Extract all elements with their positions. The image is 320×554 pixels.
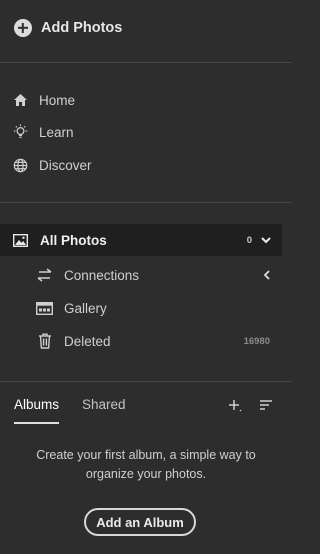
all-photos-item[interactable]: All Photos 0	[0, 224, 282, 256]
nav-item-learn[interactable]: Learn	[12, 121, 74, 143]
nav-item-label: Discover	[39, 157, 92, 173]
all-photos-label: All Photos	[40, 232, 107, 248]
divider	[0, 62, 292, 63]
connections-icon	[36, 268, 53, 282]
library-item-label: Connections	[64, 267, 140, 283]
image-icon	[13, 233, 28, 247]
library-item-connections[interactable]: Connections	[36, 264, 282, 286]
add-album-button[interactable]: Add an Album	[84, 508, 196, 536]
tab-shared[interactable]: Shared	[82, 397, 126, 418]
sidebar-panel: Add Photos Home Learn Discover All Photo…	[0, 0, 292, 554]
album-tabs: Albums Shared	[14, 397, 126, 424]
deleted-count: 16980	[243, 335, 270, 347]
divider	[0, 381, 292, 382]
lightbulb-icon	[12, 124, 29, 141]
divider	[0, 202, 292, 203]
globe-icon	[12, 157, 29, 174]
sort-icon[interactable]	[259, 398, 274, 417]
nav-item-label: Learn	[39, 124, 74, 140]
all-photos-count: 0	[246, 234, 252, 246]
library-item-label: Gallery	[64, 300, 107, 316]
library-item-deleted[interactable]: Deleted 16980	[36, 330, 282, 352]
nav-item-label: Home	[39, 92, 76, 108]
chevron-down-icon[interactable]	[260, 233, 272, 251]
add-photos-label: Add Photos	[41, 20, 123, 36]
plus-icon[interactable]	[228, 398, 242, 417]
chevron-left-icon[interactable]	[262, 269, 272, 284]
nav-item-discover[interactable]: Discover	[12, 154, 92, 176]
gallery-icon	[36, 301, 53, 315]
home-icon	[12, 92, 29, 109]
tab-albums[interactable]: Albums	[14, 397, 60, 424]
library-item-gallery[interactable]: Gallery	[36, 297, 282, 319]
plus-circle-icon	[14, 19, 32, 37]
library-item-label: Deleted	[64, 333, 111, 349]
trash-icon	[36, 333, 53, 349]
nav-item-home[interactable]: Home	[12, 89, 75, 111]
albums-empty-message: Create your first album, a simple way to…	[36, 448, 256, 481]
add-photos-button[interactable]: Add Photos	[14, 16, 122, 40]
